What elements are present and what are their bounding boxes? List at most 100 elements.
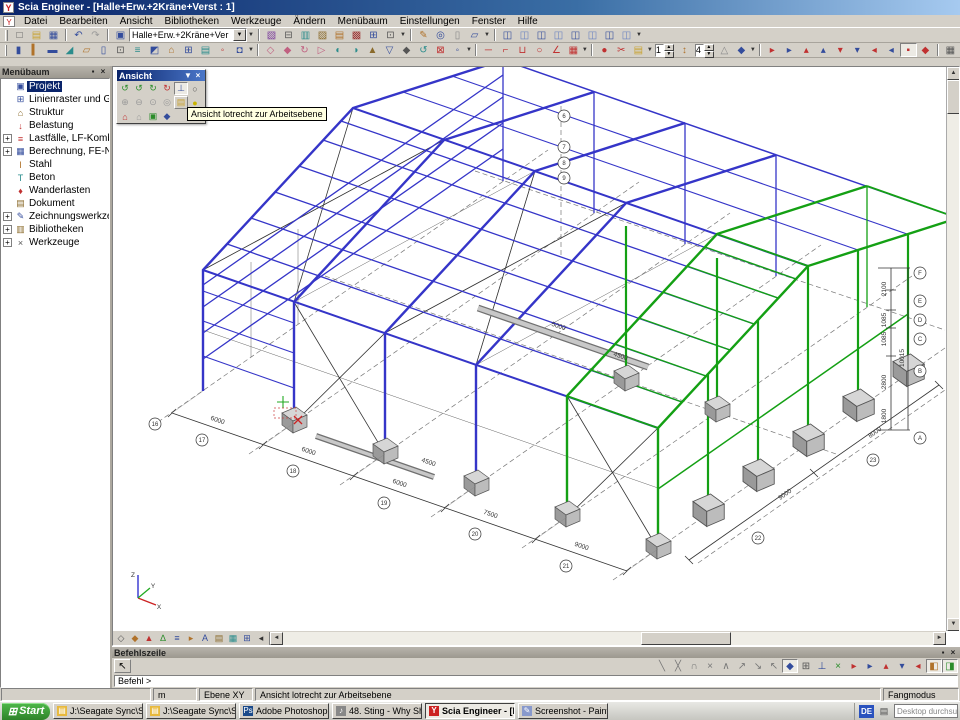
taskbar-button[interactable]: ▤J:\Seagate Sync\SyncRe... <box>53 703 143 719</box>
grid-icon[interactable]: ⊞ <box>180 43 197 57</box>
zoom-question-icon[interactable]: ○ <box>188 82 202 95</box>
coord-info-icon[interactable]: ▣ <box>146 110 160 123</box>
snap-endpoint-icon[interactable]: ╲ <box>654 659 670 673</box>
line-grid-icon[interactable]: ⊥ <box>814 659 830 673</box>
pin-icon[interactable]: ▪ <box>88 67 98 77</box>
polyline-icon[interactable]: ⌐ <box>497 43 514 57</box>
layers-icon[interactable]: ▤ <box>212 632 226 645</box>
expand-icon[interactable]: + <box>3 134 12 143</box>
clipping-box-icon[interactable]: ▤ <box>174 96 188 109</box>
expand-icon[interactable]: + <box>3 225 12 234</box>
close-icon[interactable]: × <box>193 71 203 80</box>
scroll-up-icon[interactable]: ▲ <box>947 67 960 80</box>
vertical-scrollbar[interactable]: ▲ ▼ <box>946 67 959 631</box>
text-icon[interactable]: A <box>198 632 212 645</box>
render-icon[interactable]: ▲ <box>142 632 156 645</box>
wireframe-icon[interactable]: ◇ <box>114 632 128 645</box>
layout-icon[interactable]: ⊞ <box>365 28 382 42</box>
taskbar-button[interactable]: YScia Engineer - [Halle... <box>425 703 515 719</box>
taskbar-button[interactable]: ♪48. Sting - Why Should I ... <box>332 703 422 719</box>
cut-icon[interactable]: ✂ <box>613 43 630 57</box>
vertical-scroll-thumb[interactable] <box>947 80 960 114</box>
win-arrange-3-icon[interactable]: ◫ <box>533 28 550 42</box>
horizontal-scrollbar[interactable] <box>283 632 933 645</box>
win-arrange-6-icon[interactable]: ◫ <box>584 28 601 42</box>
sidebar-item-struktur[interactable]: ⌂Struktur <box>1 106 109 119</box>
cursor-snap-icon[interactable]: ◆ <box>782 659 798 673</box>
desktop-search-input[interactable]: Desktop durchsuche <box>894 704 958 718</box>
zoom-out-icon[interactable]: ⊖ <box>132 96 146 109</box>
spinner-up-icon[interactable]: ▲ <box>664 44 674 51</box>
sidebar-item-linienraster-und-geschosse[interactable]: ⊞Linienraster und Geschosse <box>1 93 109 106</box>
rotate-icon[interactable]: ↻ <box>296 43 313 57</box>
snap-ortho-icon[interactable]: ↗ <box>734 659 750 673</box>
menu-werkzeuge[interactable]: Werkzeuge <box>225 16 287 27</box>
count-spinner[interactable]: 4▲▼ <box>695 44 714 57</box>
toolbar-overflow-caret[interactable]: ▼ <box>647 43 653 57</box>
select-user-icon[interactable]: ◆ <box>733 43 750 57</box>
snap-center-icon[interactable]: ◂ <box>910 659 926 673</box>
menu-hilfe[interactable]: Hilfe <box>512 16 544 27</box>
win-arrange-4-icon[interactable]: ◫ <box>550 28 567 42</box>
named-view-icon[interactable]: ◆ <box>160 110 174 123</box>
view-workplane-icon[interactable]: ⊥ <box>174 82 188 95</box>
opening-icon[interactable]: ⊡ <box>112 43 129 57</box>
snap-node-red-icon[interactable]: ▸ <box>846 659 862 673</box>
view-x-icon[interactable]: ↺ <box>118 82 132 95</box>
collapse-left-icon[interactable]: ◂ <box>254 632 268 645</box>
doc-table-icon[interactable]: ▦ <box>942 43 959 57</box>
chevron-down-icon[interactable]: ▼ <box>233 29 246 41</box>
sidebar-item-dokument[interactable]: ▤Dokument <box>1 197 109 210</box>
snap-node-blue-icon[interactable]: ▸ <box>862 659 878 673</box>
sidebar-item-stahl[interactable]: IStahl <box>1 158 109 171</box>
keyboard-layout-badge[interactable]: DE <box>859 705 874 718</box>
plate-icon[interactable]: ▱ <box>78 43 95 57</box>
rib-icon[interactable]: ≡ <box>129 43 146 57</box>
wall-icon[interactable]: ▯ <box>95 43 112 57</box>
dot-icon[interactable]: ◦ <box>449 43 466 57</box>
menu-fenster[interactable]: Fenster <box>466 16 512 27</box>
shading-icon[interactable]: ▦ <box>226 632 240 645</box>
scale-icon[interactable]: ◐ <box>330 43 347 57</box>
support-icon[interactable]: ◂ <box>866 43 883 57</box>
toolbar-grip[interactable] <box>5 30 8 41</box>
new-file-icon[interactable]: □ <box>11 28 28 42</box>
snap-tangent-icon[interactable]: ↖ <box>766 659 782 673</box>
toolbar-overflow-caret[interactable]: ▼ <box>466 43 472 57</box>
taskbar-button[interactable]: PsAdobe Photoshop CS3 E... <box>239 703 329 719</box>
rect-icon[interactable]: ⊔ <box>514 43 531 57</box>
hatch-icon[interactable]: ▦ <box>565 43 582 57</box>
sidebar-item-berechnung-fe-netz[interactable]: +▦Berechnung, FE-Netz <box>1 145 109 158</box>
angle-icon[interactable]: ∠ <box>548 43 565 57</box>
stretch-icon[interactable]: ◑ <box>347 43 364 57</box>
scroll-left-icon[interactable]: ◄ <box>270 632 283 645</box>
model-viewport[interactable]: 1617181920212223FEDCBA6789 6000600060007… <box>112 66 960 646</box>
extend-icon[interactable]: ▽ <box>381 43 398 57</box>
clipboard-icon[interactable]: ▤ <box>331 28 348 42</box>
spinner-down-icon[interactable]: ▼ <box>664 51 674 58</box>
toolbar-overflow-caret[interactable]: ▼ <box>248 43 254 57</box>
menu-bearbeiten[interactable]: Bearbeiten <box>53 16 113 27</box>
dot-grid-icon[interactable]: ⊞ <box>798 659 814 673</box>
snap-mid-icon[interactable]: ∧ <box>718 659 734 673</box>
spinner-value[interactable]: 1 <box>655 44 664 57</box>
move-icon[interactable]: ◇ <box>262 43 279 57</box>
open-file-icon[interactable]: ▤ <box>28 28 45 42</box>
gallery-icon[interactable]: ▨ <box>314 28 331 42</box>
document-icon[interactable]: ⊡ <box>382 28 399 42</box>
project-selector-combobox[interactable]: Halle+Erw.+2Kräne+Ver▼ <box>129 28 247 42</box>
snap-point-icon[interactable]: ▾ <box>894 659 910 673</box>
load-temp-icon[interactable]: ▴ <box>815 43 832 57</box>
load-free-icon[interactable]: ▾ <box>849 43 866 57</box>
printer-icon[interactable]: ⊟ <box>280 28 297 42</box>
structure-drawing[interactable]: 1617181920212223FEDCBA6789 6000600060007… <box>113 67 946 631</box>
snap-intersect-icon[interactable]: ╳ <box>670 659 686 673</box>
spinner-value[interactable]: 4 <box>695 44 704 57</box>
win-arrange-8-icon[interactable]: ◫ <box>618 28 635 42</box>
frame-icon[interactable]: ⌂ <box>163 43 180 57</box>
snap-perp-icon[interactable]: ↘ <box>750 659 766 673</box>
toolbar-overflow-caret[interactable]: ▼ <box>750 43 756 57</box>
snap-arc-icon[interactable]: ∩ <box>686 659 702 673</box>
taskbar-button[interactable]: ✎Screenshot - Paint <box>518 703 608 719</box>
labels-icon[interactable]: ▸ <box>184 632 198 645</box>
